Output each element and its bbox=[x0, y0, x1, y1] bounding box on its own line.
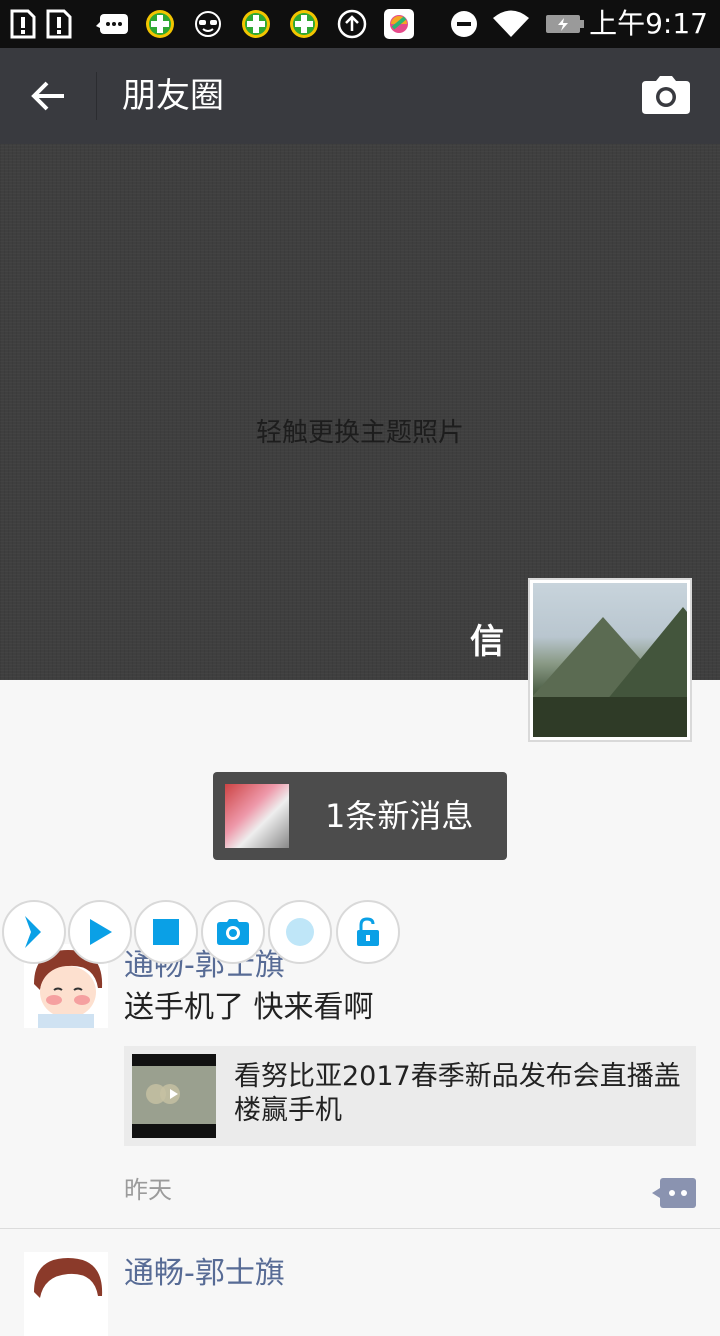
wifi-icon bbox=[490, 8, 532, 40]
back-button[interactable] bbox=[22, 72, 74, 120]
battery-icon bbox=[544, 8, 586, 40]
post-divider bbox=[0, 1228, 720, 1229]
play-icon bbox=[146, 1084, 180, 1104]
sim-alert-icon bbox=[8, 8, 38, 40]
link-title: 看努比亚2017春季新品发布会直播盖楼赢手机 bbox=[234, 1061, 681, 1126]
do-not-disturb-icon bbox=[448, 8, 480, 40]
post-avatar[interactable] bbox=[24, 1252, 108, 1336]
status-bar: 上午9:17 bbox=[0, 0, 720, 48]
post-text: 送手机了 快来看啊 bbox=[124, 990, 374, 1025]
shared-link-card[interactable]: 看努比亚2017春季新品发布会直播盖楼赢手机 bbox=[124, 1046, 696, 1146]
sunglasses-face-icon bbox=[192, 8, 224, 40]
profile-avatar[interactable] bbox=[528, 578, 692, 742]
post-author[interactable]: 通畅-郭士旗 bbox=[124, 1254, 285, 1294]
cover-hint: 轻触更换主题照片 bbox=[255, 418, 464, 448]
play-icon bbox=[90, 919, 112, 945]
sim-alert-icon bbox=[44, 8, 74, 40]
clock: 上午9:17 bbox=[589, 7, 708, 40]
post-time: 昨天 bbox=[124, 1176, 172, 1204]
app-store-icon bbox=[382, 8, 416, 40]
app-bar: 朋友圈 bbox=[0, 48, 720, 144]
page-title: 朋友圈 bbox=[122, 76, 224, 116]
avatar-image bbox=[533, 583, 687, 737]
message-sender-avatar bbox=[225, 784, 289, 848]
green-plus-icon bbox=[144, 8, 176, 40]
new-message-banner[interactable]: 1条新消息 bbox=[213, 772, 507, 860]
chevron-right-icon bbox=[25, 916, 41, 948]
upload-icon bbox=[336, 8, 368, 40]
toolbar-divider bbox=[96, 72, 97, 120]
stop-button[interactable] bbox=[134, 900, 198, 964]
play-button[interactable] bbox=[68, 900, 132, 964]
green-plus-icon bbox=[240, 8, 272, 40]
video-thumbnail bbox=[132, 1054, 216, 1138]
screenshot-button[interactable] bbox=[201, 900, 265, 964]
camera-icon bbox=[642, 76, 690, 114]
arrow-left-icon bbox=[31, 81, 64, 111]
new-message-label: 1条新消息 bbox=[325, 797, 474, 835]
record-button[interactable] bbox=[268, 900, 332, 964]
user-nickname: 信 bbox=[470, 622, 504, 662]
comment-button[interactable] bbox=[652, 1178, 696, 1208]
green-plus-icon bbox=[288, 8, 320, 40]
camera-button[interactable] bbox=[642, 76, 694, 118]
record-dot-icon bbox=[286, 918, 314, 946]
expand-button[interactable] bbox=[2, 900, 66, 964]
chat-bubble-icon bbox=[96, 8, 130, 40]
stop-icon bbox=[153, 919, 179, 945]
lock-button[interactable] bbox=[336, 900, 400, 964]
comment-dots-icon bbox=[652, 1178, 696, 1208]
camera-icon bbox=[217, 919, 249, 945]
unlock-icon bbox=[357, 917, 379, 946]
